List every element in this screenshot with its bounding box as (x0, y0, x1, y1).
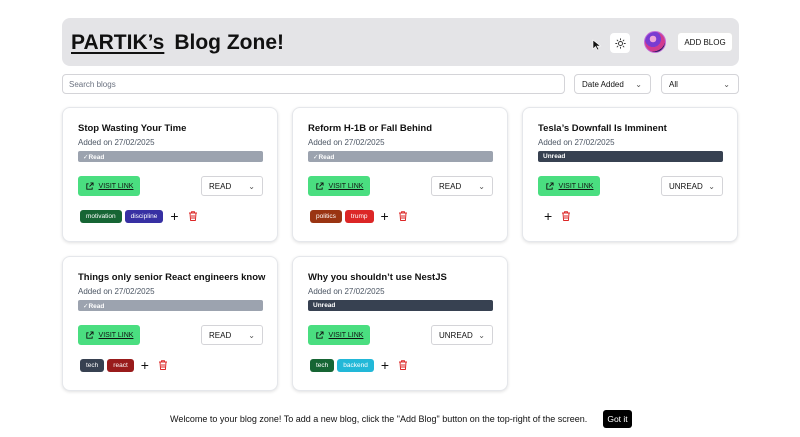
chevron-down-icon: ⌄ (248, 331, 255, 340)
read-status-value: READ (209, 330, 232, 340)
chevron-down-icon: ⌄ (478, 182, 485, 191)
chevron-down-icon: ⌄ (478, 331, 485, 340)
read-status-badge: Unread (538, 151, 723, 162)
trash-icon[interactable] (157, 359, 169, 371)
mouse-pointer-icon (592, 39, 602, 51)
sort-select[interactable]: Date Added ⌄ (574, 74, 651, 94)
brand-name[interactable]: PARTIK’s (71, 31, 164, 54)
visit-link-label: VISIT LINK (328, 182, 364, 190)
chevron-down-icon: ⌄ (708, 182, 715, 191)
blog-date: Added on 27/02/2025 (78, 287, 155, 296)
tag-chip[interactable]: motivation (80, 209, 122, 223)
add-tag-icon[interactable]: + (141, 358, 149, 372)
tag-list: politics trump + (310, 209, 409, 223)
chevron-down-icon: ⌄ (635, 80, 642, 89)
visit-link-button[interactable]: VISIT LINK (78, 176, 140, 196)
read-status-badge: Unread (308, 300, 493, 311)
theme-toggle-button[interactable] (610, 33, 630, 53)
sun-icon (614, 37, 626, 49)
visit-link-label: VISIT LINK (328, 331, 364, 339)
add-tag-icon[interactable]: + (544, 209, 552, 223)
tag-list: tech react + (80, 358, 169, 372)
external-link-icon (545, 181, 554, 190)
read-status-select[interactable]: READ ⌄ (431, 176, 493, 196)
app-header: PARTIK’s Blog Zone! ADD BLOG (62, 18, 739, 66)
read-status-badge: ✓Read (308, 151, 493, 162)
add-tag-icon[interactable]: + (170, 209, 178, 223)
blog-title: Reform H-1B or Fall Behind (308, 123, 433, 134)
blog-date: Added on 27/02/2025 (78, 138, 155, 147)
got-it-button[interactable]: Got it (603, 410, 632, 428)
app-title: PARTIK’s Blog Zone! (71, 31, 284, 55)
external-link-icon (315, 330, 324, 339)
read-status-badge: ✓Read (78, 151, 263, 162)
blog-card: Tesla’s Downfall Is Imminent Added on 27/… (522, 107, 738, 242)
read-status-select[interactable]: UNREAD ⌄ (661, 176, 723, 196)
visit-link-button[interactable]: VISIT LINK (308, 176, 370, 196)
read-status-select[interactable]: READ ⌄ (201, 176, 263, 196)
tag-chip[interactable]: trump (344, 209, 374, 223)
read-status-value: UNREAD (439, 330, 473, 340)
chevron-down-icon: ⌄ (248, 182, 255, 191)
blog-date: Added on 27/02/2025 (538, 138, 615, 147)
trash-icon[interactable] (560, 210, 572, 222)
add-blog-button[interactable]: ADD BLOG (677, 32, 733, 52)
blog-card: Reform H-1B or Fall Behind Added on 27/02… (292, 107, 508, 242)
user-avatar[interactable] (644, 31, 666, 53)
toast-message: Welcome to your blog zone! To add a new … (170, 414, 588, 424)
blog-card: Why you shouldn’t use NestJS Added on 27/… (292, 256, 508, 391)
visit-link-label: VISIT LINK (98, 182, 134, 190)
read-status-value: READ (439, 181, 462, 191)
read-status-select[interactable]: READ ⌄ (201, 325, 263, 345)
external-link-icon (85, 181, 94, 190)
trash-icon[interactable] (397, 359, 409, 371)
tag-chip[interactable]: backend (337, 358, 374, 372)
status-filter-value: All (669, 79, 678, 89)
tag-chip[interactable]: react (107, 358, 134, 372)
blog-title: Why you shouldn’t use NestJS (308, 272, 447, 283)
add-tag-icon[interactable]: + (381, 358, 389, 372)
tag-list: tech backend + (310, 358, 409, 372)
blog-title: Stop Wasting Your Time (78, 123, 187, 134)
visit-link-button[interactable]: VISIT LINK (538, 176, 600, 196)
chevron-down-icon: ⌄ (723, 80, 730, 89)
tag-chip[interactable]: tech (80, 358, 105, 372)
add-tag-icon[interactable]: + (381, 209, 389, 223)
blog-date: Added on 27/02/2025 (308, 287, 385, 296)
read-status-value: UNREAD (669, 181, 703, 191)
external-link-icon (85, 330, 94, 339)
tag-chip[interactable]: discipline (124, 209, 164, 223)
sort-select-value: Date Added (582, 79, 624, 89)
blog-title: Tesla’s Downfall Is Imminent (538, 123, 667, 134)
visit-link-button[interactable]: VISIT LINK (308, 325, 370, 345)
trash-icon[interactable] (397, 210, 409, 222)
read-status-value: READ (209, 181, 232, 191)
blog-date: Added on 27/02/2025 (308, 138, 385, 147)
visit-link-label: VISIT LINK (98, 331, 134, 339)
blog-card: Things only senior React engineers know A… (62, 256, 278, 391)
tag-chip[interactable]: politics (310, 209, 342, 223)
visit-link-button[interactable]: VISIT LINK (78, 325, 140, 345)
trash-icon[interactable] (187, 210, 199, 222)
read-status-badge: ✓Read (78, 300, 263, 311)
external-link-icon (315, 181, 324, 190)
blog-card: Stop Wasting Your Time Added on 27/02/202… (62, 107, 278, 242)
tag-list: motivation discipline + (80, 209, 199, 223)
brand-suffix: Blog Zone! (174, 31, 284, 54)
blog-title: Things only senior React engineers know (78, 272, 266, 283)
status-filter-select[interactable]: All ⌄ (661, 74, 739, 94)
read-status-select[interactable]: UNREAD ⌄ (431, 325, 493, 345)
visit-link-label: VISIT LINK (558, 182, 594, 190)
search-input[interactable]: Search blogs (62, 74, 565, 94)
tag-list: + (540, 209, 572, 223)
tag-chip[interactable]: tech (310, 358, 335, 372)
